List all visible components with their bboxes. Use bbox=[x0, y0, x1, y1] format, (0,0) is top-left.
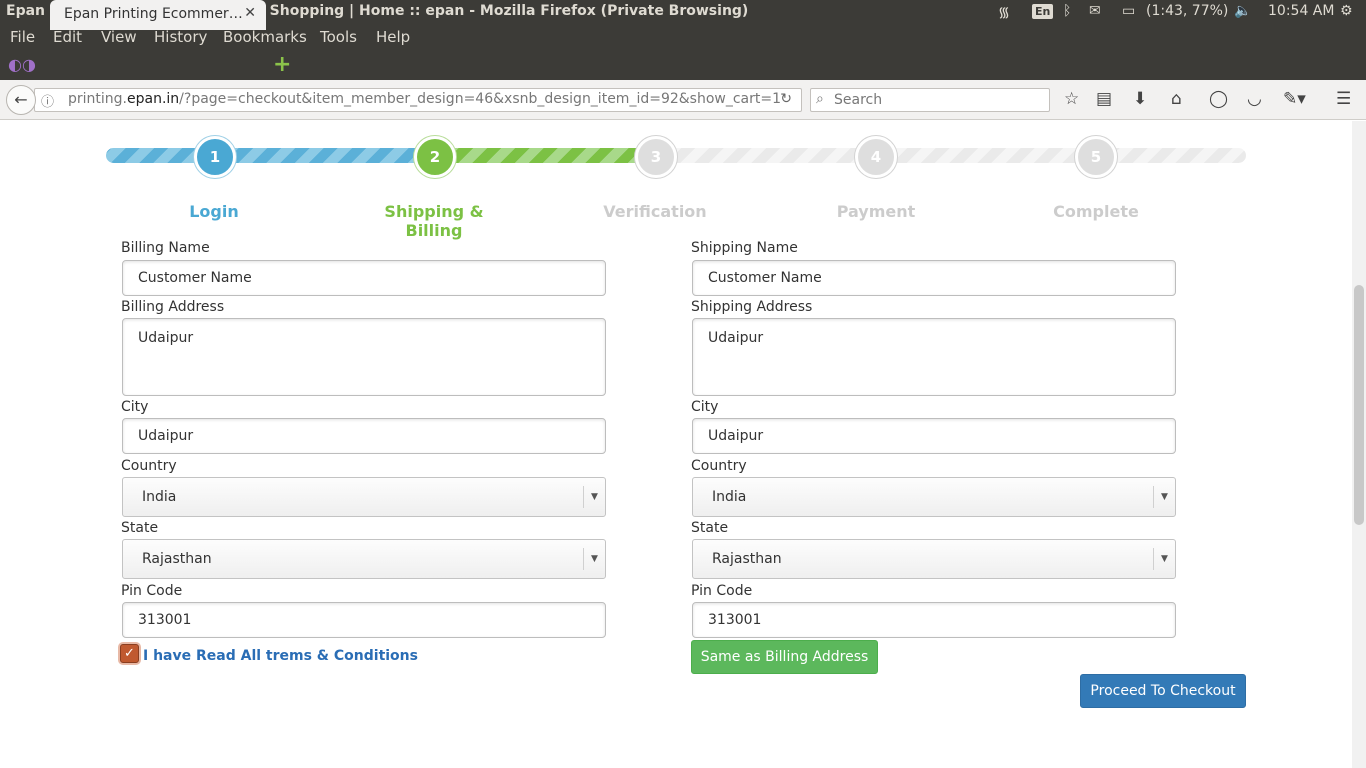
settings-gear-icon[interactable]: ⚙ bbox=[1340, 3, 1353, 19]
step-4-label: Payment bbox=[836, 202, 916, 221]
step-3-label: Verification bbox=[603, 202, 707, 221]
bookmark-star-icon[interactable]: ☆ bbox=[1064, 89, 1079, 109]
shipping-city-label: City bbox=[691, 399, 719, 415]
shipping-city-input[interactable]: Udaipur bbox=[692, 418, 1176, 454]
shipping-state-label: State bbox=[691, 520, 729, 536]
shipping-pin-label: Pin Code bbox=[691, 583, 753, 599]
step-2-circle: 2 bbox=[414, 136, 456, 178]
menu-help[interactable]: Help bbox=[376, 28, 410, 46]
search-icon: ⌕ bbox=[816, 91, 824, 107]
site-info-icon[interactable]: ⓘ bbox=[41, 91, 54, 110]
billing-city-input[interactable]: Udaipur bbox=[122, 418, 606, 454]
new-tab-plus-icon[interactable]: + bbox=[273, 52, 291, 77]
menu-edit[interactable]: Edit bbox=[53, 28, 82, 46]
home-icon[interactable]: ⌂ bbox=[1171, 89, 1182, 109]
billing-name-input[interactable]: Customer Name bbox=[122, 260, 606, 296]
battery-status[interactable]: (1:43, 77%) bbox=[1146, 3, 1228, 19]
downloads-icon[interactable]: ⬇ bbox=[1133, 89, 1147, 109]
billing-country-select[interactable]: India ▼ bbox=[122, 477, 606, 517]
reload-icon[interactable]: ↻ bbox=[780, 91, 792, 107]
shipping-country-label: Country bbox=[691, 458, 747, 474]
terms-checkbox[interactable]: ✓ bbox=[120, 644, 139, 663]
dropdown-caret-icon: ▼ bbox=[1153, 486, 1175, 508]
dropdown-caret-icon: ▼ bbox=[583, 486, 605, 508]
same-as-billing-button[interactable]: Same as Billing Address bbox=[691, 640, 878, 674]
billing-address-label: Billing Address bbox=[121, 299, 225, 315]
menu-tools[interactable]: Tools bbox=[320, 28, 357, 46]
billing-pin-label: Pin Code bbox=[121, 583, 183, 599]
network-signal-icon[interactable]: ᯾ bbox=[998, 3, 1010, 22]
reading-list-icon[interactable]: ▤ bbox=[1096, 89, 1112, 109]
shipping-country-value: India bbox=[712, 489, 747, 505]
hamburger-menu-icon[interactable]: ☰ bbox=[1336, 89, 1351, 109]
step-1-label: Login bbox=[189, 202, 239, 221]
tab-title: Epan Printing Ecommer… bbox=[64, 6, 243, 22]
step-2-label: Shipping & Billing bbox=[384, 202, 484, 240]
url-bar[interactable]: ⓘ printing.epan.in/?page=checkout&item_m… bbox=[34, 88, 802, 112]
private-browsing-mask-icon: ◐◑ bbox=[8, 55, 36, 74]
search-placeholder: Search bbox=[834, 92, 883, 108]
tab-epan-printing[interactable]: Epan Printing Ecommer… ✕ bbox=[50, 0, 266, 30]
shipping-pin-input[interactable]: 313001 bbox=[692, 602, 1176, 638]
shipping-name-input[interactable]: Customer Name bbox=[692, 260, 1176, 296]
dropdown-caret-icon: ▼ bbox=[583, 548, 605, 570]
pocket-icon[interactable]: ◡ bbox=[1247, 89, 1262, 109]
billing-city-label: City bbox=[121, 399, 149, 415]
back-arrow-icon[interactable]: ← bbox=[6, 85, 36, 115]
menu-bookmarks[interactable]: Bookmarks bbox=[223, 28, 307, 46]
billing-country-value: India bbox=[142, 489, 177, 505]
shipping-state-value: Rajasthan bbox=[712, 551, 782, 567]
step-1-circle: 1 bbox=[194, 136, 236, 178]
progress-track-pending bbox=[636, 148, 1246, 163]
chat-bubble-icon[interactable]: ◯ bbox=[1209, 89, 1228, 109]
volume-icon[interactable]: 🔈 bbox=[1234, 3, 1251, 19]
progress-track-done bbox=[106, 148, 436, 163]
billing-state-label: State bbox=[121, 520, 159, 536]
shipping-address-textarea[interactable]: Udaipur bbox=[692, 318, 1176, 396]
billing-state-value: Rajasthan bbox=[142, 551, 212, 567]
billing-name-label: Billing Name bbox=[121, 240, 210, 256]
bluetooth-icon[interactable]: ᛒ bbox=[1063, 3, 1071, 19]
terms-link[interactable]: I have Read All trems & Conditions bbox=[143, 648, 418, 664]
billing-country-label: Country bbox=[121, 458, 177, 474]
shipping-state-select[interactable]: Rajasthan ▼ bbox=[692, 539, 1176, 579]
keyboard-layout-indicator[interactable]: En bbox=[1032, 4, 1054, 19]
mail-icon[interactable]: ✉ bbox=[1089, 3, 1101, 19]
tab-close-icon[interactable]: ✕ bbox=[244, 5, 256, 21]
proceed-to-checkout-button[interactable]: Proceed To Checkout bbox=[1080, 674, 1246, 708]
billing-pin-input[interactable]: 313001 bbox=[122, 602, 606, 638]
shipping-address-label: Shipping Address bbox=[691, 299, 813, 315]
step-5-circle: 5 bbox=[1075, 136, 1117, 178]
clock[interactable]: 10:54 AM bbox=[1268, 3, 1334, 19]
battery-icon[interactable]: ▭ bbox=[1122, 3, 1135, 19]
menu-history[interactable]: History bbox=[154, 28, 207, 46]
step-5-label: Complete bbox=[1053, 202, 1139, 221]
page-scrollbar-thumb[interactable] bbox=[1354, 285, 1364, 525]
extension-icon[interactable]: ✎▾ bbox=[1283, 89, 1306, 109]
step-3-circle: 3 bbox=[635, 136, 677, 178]
url-text[interactable]: printing.epan.in/?page=checkout&item_mem… bbox=[68, 91, 781, 107]
shipping-name-label: Shipping Name bbox=[691, 240, 798, 256]
billing-address-textarea[interactable]: Udaipur bbox=[122, 318, 606, 396]
step-4-circle: 4 bbox=[855, 136, 897, 178]
menu-file[interactable]: File bbox=[10, 28, 35, 46]
tab-strip bbox=[0, 50, 1366, 80]
navigation-toolbar: ⓘ printing.epan.in/?page=checkout&item_m… bbox=[0, 80, 1366, 120]
search-bar[interactable]: ⌕ Search bbox=[810, 88, 1050, 112]
menu-view[interactable]: View bbox=[101, 28, 137, 46]
shipping-country-select[interactable]: India ▼ bbox=[692, 477, 1176, 517]
dropdown-caret-icon: ▼ bbox=[1153, 548, 1175, 570]
billing-state-select[interactable]: Rajasthan ▼ bbox=[122, 539, 606, 579]
